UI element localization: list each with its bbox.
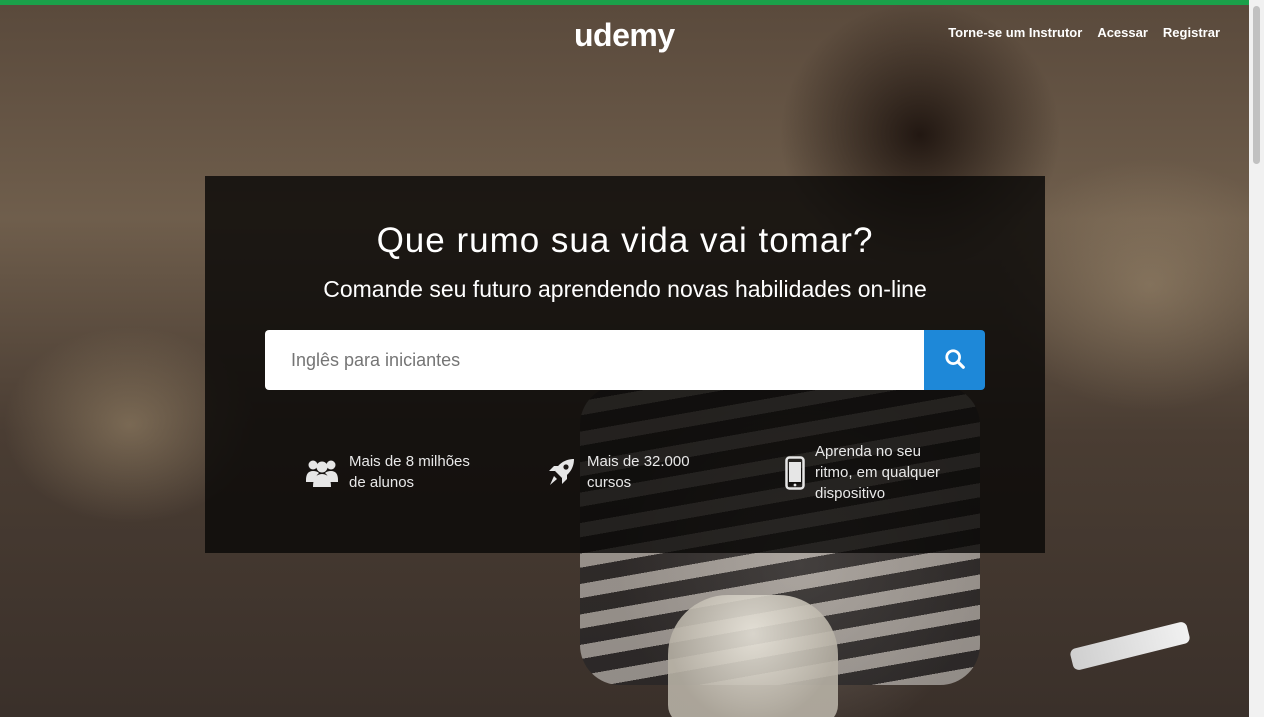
rocket-icon xyxy=(545,456,577,488)
feature-device-text: Aprenda no seu ritmo, em qualquer dispos… xyxy=(815,443,941,502)
feature-device: Aprenda no seu ritmo, em qualquer dispos… xyxy=(785,441,940,504)
hero-background: udemy Torne-se um Instrutor Acessar Regi… xyxy=(0,5,1249,717)
search-bar xyxy=(265,330,985,390)
smartphone-icon xyxy=(785,455,805,490)
background-phone xyxy=(1069,620,1191,672)
search-input[interactable] xyxy=(265,330,924,390)
hero-subtitle: Comande seu futuro aprendendo novas habi… xyxy=(323,276,927,302)
features-list: Mais de 8 milhões de alunos Mais de 32.0… xyxy=(305,441,1005,511)
scrollbar-thumb[interactable] xyxy=(1253,6,1260,164)
feature-students: Mais de 8 milhões de alunos xyxy=(305,451,470,493)
feature-students-text: Mais de 8 milhões de alunos xyxy=(349,453,470,491)
udemy-logo[interactable]: udemy xyxy=(574,17,675,54)
background-coffee-cup xyxy=(668,595,838,717)
top-nav: Torne-se um Instrutor Acessar Registrar xyxy=(948,25,1220,40)
feature-courses-text: Mais de 32.000 cursos xyxy=(587,453,690,491)
search-icon xyxy=(944,348,966,373)
feature-courses: Mais de 32.000 cursos xyxy=(545,451,690,493)
nav-register[interactable]: Registrar xyxy=(1163,25,1220,40)
users-icon xyxy=(305,456,339,488)
nav-become-instructor[interactable]: Torne-se um Instrutor xyxy=(948,25,1082,40)
hero-title: Que rumo sua vida vai tomar? xyxy=(376,221,874,260)
hero-panel: Que rumo sua vida vai tomar? Comande seu… xyxy=(205,176,1045,553)
search-button[interactable] xyxy=(924,330,985,390)
nav-login[interactable]: Acessar xyxy=(1097,25,1148,40)
